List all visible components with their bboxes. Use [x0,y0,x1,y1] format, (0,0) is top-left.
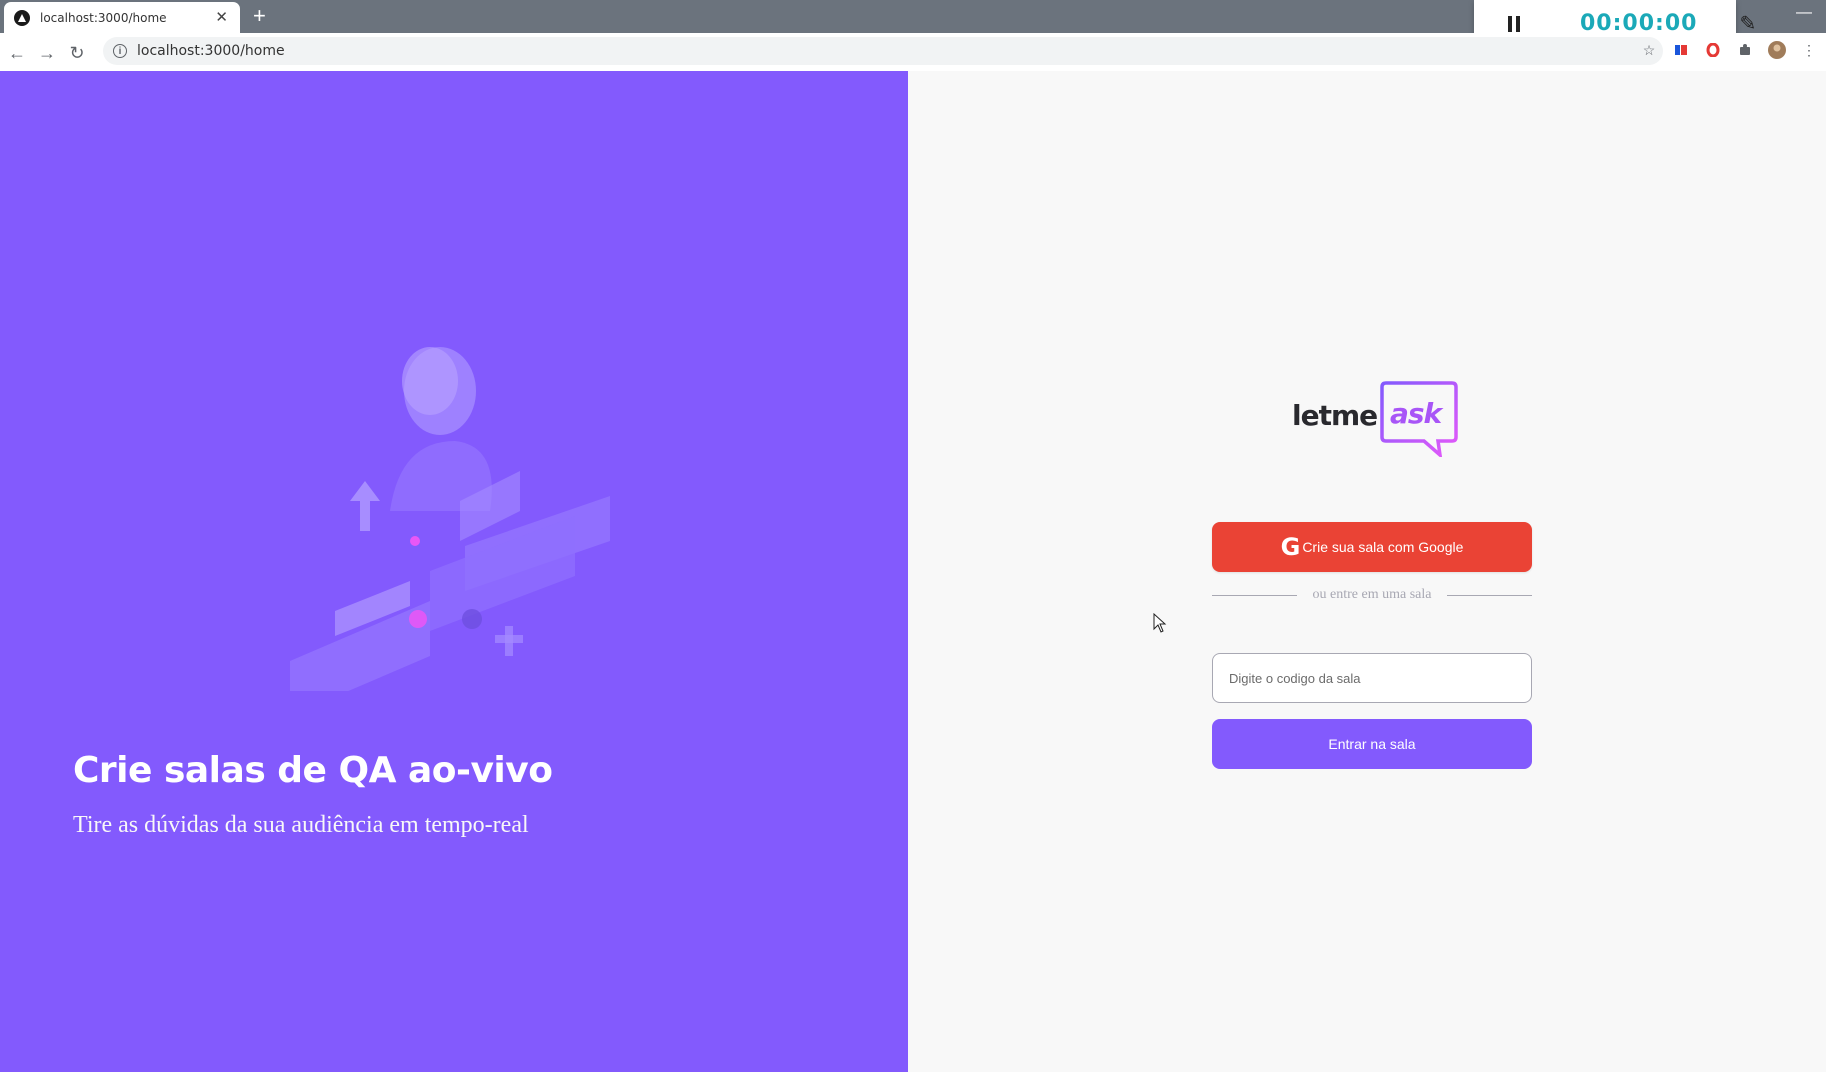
browser-menu-icon[interactable]: ⋮ [1800,41,1818,59]
url-text: localhost:3000/home [137,43,285,59]
hero-title: Crie salas de QA ao-vivo [73,750,553,792]
separator: ou entre em uma sala [1212,585,1533,605]
hero-aside: Crie salas de QA ao-vivo Tire as dúvidas… [0,71,908,1072]
opera-extension-icon[interactable] [1704,41,1722,59]
new-tab-button[interactable]: + [253,4,266,28]
logo-text-ask: ask [1390,397,1442,430]
browser-address-bar: ← → ↻ i localhost:3000/home ☆ ⋮ [0,33,1826,72]
separator-line [1212,594,1297,596]
minimize-window-icon[interactable]: — [1796,4,1812,22]
hero-subtitle: Tire as dúvidas da sua audiência em temp… [73,812,529,838]
qa-illustration [290,347,610,691]
favicon-icon [14,9,30,26]
separator-line [1447,594,1533,596]
profile-avatar-icon[interactable] [1768,41,1786,59]
back-icon[interactable]: ← [6,42,28,64]
extensions-puzzle-icon[interactable] [1736,41,1754,59]
separator-text: ou entre em uma sala [1312,587,1432,602]
tab-title: localhost:3000/home [40,10,167,25]
reload-icon[interactable]: ↻ [66,42,88,64]
room-code-input[interactable] [1212,653,1532,703]
bookmark-star-icon[interactable]: ☆ [1640,41,1658,59]
forward-icon[interactable]: → [36,42,58,64]
info-icon[interactable]: i [113,44,127,58]
logo-text-letme: letme [1292,399,1378,432]
mouse-cursor-icon [1153,613,1167,633]
pause-icon[interactable] [1508,15,1520,32]
google-icon: G [1280,533,1301,561]
enter-room-button[interactable]: Entrar na sala [1212,719,1532,769]
letmeask-logo: letme ask [1292,381,1460,461]
extension-flag-icon[interactable] [1672,41,1690,59]
google-button-label: Crie sua sala com Google [1302,539,1464,555]
url-field[interactable]: i localhost:3000/home [103,37,1663,65]
auth-main: letme ask G Crie sua sala com Google ou … [908,71,1826,1072]
create-room-google-button[interactable]: G Crie sua sala com Google [1212,522,1532,572]
browser-tab[interactable]: localhost:3000/home ✕ [4,2,240,33]
close-tab-icon[interactable]: ✕ [215,10,228,25]
